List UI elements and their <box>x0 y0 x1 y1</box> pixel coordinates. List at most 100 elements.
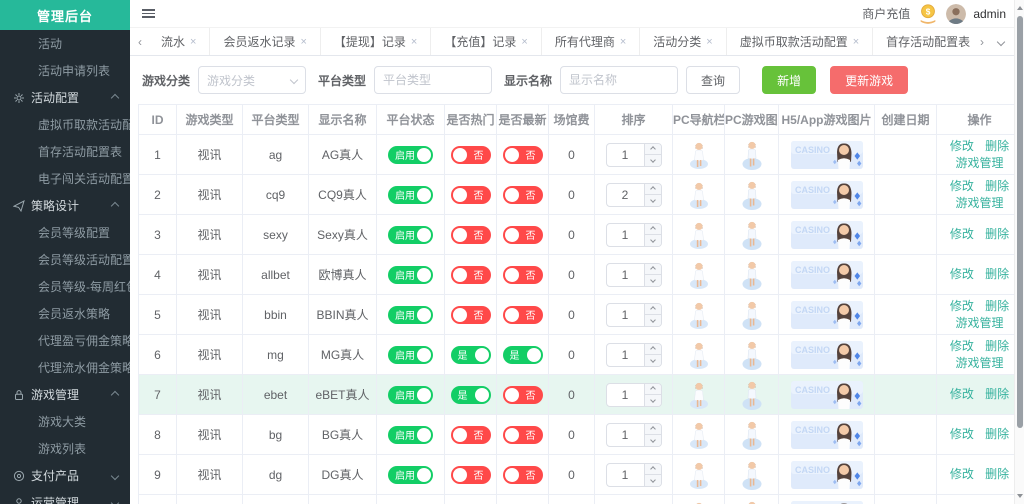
delete-link[interactable]: 删除 <box>985 427 1009 441</box>
delete-link[interactable]: 删除 <box>985 299 1009 313</box>
sort-number-input[interactable]: 1 <box>606 383 662 407</box>
tab-close-icon[interactable]: × <box>620 36 626 48</box>
decrease-icon[interactable] <box>645 434 661 446</box>
tabs-scroll-right-icon[interactable]: › <box>974 35 990 49</box>
platform-status-toggle[interactable]: 启用 <box>388 266 433 284</box>
platform-status-toggle[interactable]: 启用 <box>388 386 433 404</box>
latest-toggle[interactable]: 是 <box>503 346 543 364</box>
decrease-icon[interactable] <box>645 154 661 166</box>
hot-toggle[interactable]: 否 <box>451 426 491 444</box>
edit-link[interactable]: 修改 <box>950 339 974 353</box>
sidebar-item[interactable]: 会员等级-每周红包配置 <box>0 273 130 300</box>
increase-icon[interactable] <box>645 424 661 435</box>
game-manage-link[interactable]: 游戏管理 <box>955 356 1003 370</box>
decrease-icon[interactable] <box>645 354 661 366</box>
tab[interactable]: 首存活动配置表 × <box>873 28 974 55</box>
delete-link[interactable]: 删除 <box>985 227 1009 241</box>
sidebar-item[interactable]: 会员等级活动配置 <box>0 246 130 273</box>
sidebar-item[interactable]: 运营管理 <box>0 489 130 504</box>
edit-link[interactable]: 修改 <box>950 299 974 313</box>
edit-link[interactable]: 修改 <box>950 267 974 281</box>
latest-toggle[interactable]: 否 <box>503 386 543 404</box>
hot-toggle[interactable]: 否 <box>451 266 491 284</box>
sidebar-item[interactable]: 虚拟币取款活动配置 <box>0 111 130 138</box>
tab[interactable]: 【提现】记录 × <box>321 28 431 55</box>
latest-toggle[interactable]: 否 <box>503 266 543 284</box>
scroll-up-icon[interactable] <box>1015 2 1024 14</box>
platform-status-toggle[interactable]: 启用 <box>388 146 433 164</box>
increase-icon[interactable] <box>645 144 661 155</box>
coin-icon[interactable]: $ <box>917 3 939 25</box>
tab[interactable]: 虚拟币取款活动配置 × <box>727 28 873 55</box>
increase-icon[interactable] <box>645 184 661 195</box>
increase-icon[interactable] <box>645 384 661 395</box>
game-manage-link[interactable]: 游戏管理 <box>955 316 1003 330</box>
sort-number-input[interactable]: 2 <box>606 183 662 207</box>
latest-toggle[interactable]: 否 <box>503 146 543 164</box>
delete-link[interactable]: 删除 <box>985 179 1009 193</box>
sidebar-item[interactable]: 支付产品 <box>0 462 130 489</box>
tab-close-icon[interactable]: × <box>521 36 527 48</box>
sidebar-item[interactable]: 电子闯关活动配置 <box>0 165 130 192</box>
sidebar-item[interactable]: 代理流水佣金策略 <box>0 354 130 381</box>
tab-close-icon[interactable]: × <box>706 36 712 48</box>
sort-number-input[interactable]: 1 <box>606 423 662 447</box>
platform-status-toggle[interactable]: 启用 <box>388 426 433 444</box>
delete-link[interactable]: 删除 <box>985 387 1009 401</box>
platform-status-toggle[interactable]: 启用 <box>388 186 433 204</box>
sidebar-item[interactable]: 会员等级配置 <box>0 219 130 246</box>
tab-close-icon[interactable]: × <box>411 36 417 48</box>
sidebar-item[interactable]: 首存活动配置表 <box>0 138 130 165</box>
platform-status-toggle[interactable]: 启用 <box>388 226 433 244</box>
latest-toggle[interactable]: 否 <box>503 306 543 324</box>
update-games-button[interactable]: 更新游戏 <box>830 66 908 94</box>
edit-link[interactable]: 修改 <box>950 227 974 241</box>
game-manage-link[interactable]: 游戏管理 <box>955 196 1003 210</box>
decrease-icon[interactable] <box>645 274 661 286</box>
decrease-icon[interactable] <box>645 314 661 326</box>
decrease-icon[interactable] <box>645 234 661 246</box>
edit-link[interactable]: 修改 <box>950 427 974 441</box>
sidebar-item[interactable]: 会员返水策略 <box>0 300 130 327</box>
page-scrollbar[interactable] <box>1014 0 1024 504</box>
avatar[interactable] <box>946 4 966 24</box>
game-category-select[interactable]: 游戏分类 <box>198 66 306 94</box>
display-name-input[interactable] <box>560 66 678 94</box>
tab[interactable]: 所有代理商 × <box>542 28 640 55</box>
sort-number-input[interactable]: 1 <box>606 223 662 247</box>
hot-toggle[interactable]: 否 <box>451 226 491 244</box>
sidebar-item[interactable]: 活动申请列表 <box>0 57 130 84</box>
sidebar-item[interactable]: 游戏大类 <box>0 408 130 435</box>
hot-toggle[interactable]: 否 <box>451 466 491 484</box>
scroll-down-icon[interactable] <box>1015 490 1024 502</box>
add-button[interactable]: 新增 <box>762 66 816 94</box>
increase-icon[interactable] <box>645 304 661 315</box>
tabs-scroll-left-icon[interactable]: ‹ <box>132 35 148 49</box>
search-button[interactable]: 查询 <box>686 66 740 94</box>
delete-link[interactable]: 删除 <box>985 139 1009 153</box>
sort-number-input[interactable]: 1 <box>606 343 662 367</box>
platform-status-toggle[interactable]: 启用 <box>388 306 433 324</box>
edit-link[interactable]: 修改 <box>950 139 974 153</box>
hot-toggle[interactable]: 否 <box>451 146 491 164</box>
hot-toggle[interactable]: 是 <box>451 346 491 364</box>
latest-toggle[interactable]: 否 <box>503 466 543 484</box>
tab-close-icon[interactable]: × <box>853 36 859 48</box>
delete-link[interactable]: 删除 <box>985 467 1009 481</box>
increase-icon[interactable] <box>645 224 661 235</box>
tab[interactable]: 活动分类 × <box>640 28 726 55</box>
decrease-icon[interactable] <box>645 474 661 486</box>
sidebar-item[interactable]: 代理盈亏佣金策略 <box>0 327 130 354</box>
decrease-icon[interactable] <box>645 194 661 206</box>
tab[interactable]: 流水 × <box>148 28 210 55</box>
sidebar-item[interactable]: 游戏列表 <box>0 435 130 462</box>
tab[interactable]: 【充值】记录 × <box>431 28 541 55</box>
scrollbar-thumb[interactable] <box>1017 16 1023 428</box>
decrease-icon[interactable] <box>645 394 661 406</box>
platform-type-input[interactable] <box>374 66 492 94</box>
edit-link[interactable]: 修改 <box>950 467 974 481</box>
sidebar-item[interactable]: 活动配置 <box>0 84 130 111</box>
merchant-recharge-link[interactable]: 商户充值 <box>862 5 910 22</box>
game-manage-link[interactable]: 游戏管理 <box>955 156 1003 170</box>
hamburger-menu-icon[interactable] <box>138 5 159 22</box>
